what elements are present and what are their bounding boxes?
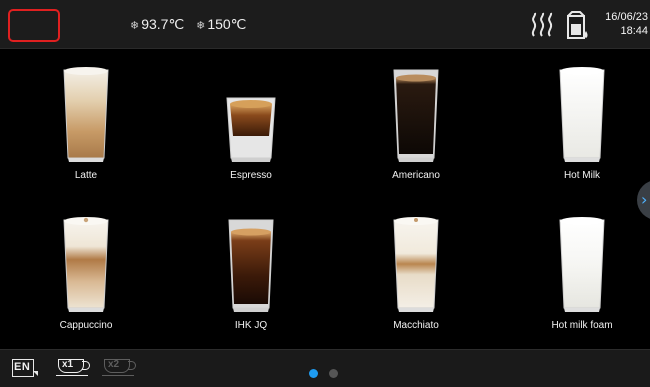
long-coffee-glass-icon [228, 219, 274, 312]
americano-glass-icon [393, 69, 439, 162]
bottom-bar: EN x1 x2 [0, 349, 650, 387]
chevron-right-icon: › [641, 190, 648, 209]
drink-tile-ihk-jq[interactable]: IHK JQ [176, 214, 326, 331]
drink-tile-hot-milk[interactable]: Hot Milk [507, 64, 650, 181]
page-dot-1[interactable] [309, 369, 318, 378]
page-indicator [309, 365, 345, 378]
single-cup-button[interactable]: x1 [56, 359, 94, 381]
hot-milk-glass-icon [559, 67, 605, 162]
drink-label: Hot milk foam [551, 320, 613, 331]
drink-label: Espresso [230, 170, 272, 181]
cup-count-label: x1 [62, 359, 74, 370]
drink-tile-americano[interactable]: Americano [341, 64, 491, 181]
coffee-machine-screen: ❄ 93.7℃ ❄ 150℃ 16/06/23 18:44 Latte Espr… [0, 0, 650, 387]
language-dropdown-icon [33, 371, 38, 376]
snowflake-icon: ❄ [196, 20, 206, 32]
date-time: 16/06/23 18:44 [600, 10, 648, 38]
double-cup-button[interactable]: x2 [102, 359, 140, 381]
drink-label: Hot Milk [563, 170, 601, 181]
cup-count-label: x2 [108, 359, 120, 370]
drink-tile-espresso[interactable]: Espresso [176, 64, 326, 181]
drink-tile-cappuccino[interactable]: Cappuccino [11, 214, 161, 331]
milk-foam-glass-icon [559, 217, 605, 312]
language-label: EN [14, 361, 31, 373]
milk-container-icon[interactable] [566, 11, 590, 40]
boiler-temperature: 93.7℃ [141, 16, 185, 32]
macchiato-glass-icon [393, 217, 439, 312]
cup-handle [128, 361, 136, 370]
drink-label: Americano [392, 170, 440, 181]
drink-tile-macchiato[interactable]: Macchiato [341, 214, 491, 331]
drink-tile-latte[interactable]: Latte [11, 64, 161, 181]
cup-saucer [102, 375, 134, 376]
steam-heat-icon[interactable] [528, 12, 558, 38]
latte-glass-icon [63, 67, 109, 162]
drink-label: Macchiato [393, 320, 439, 331]
steam-temperature: 150℃ [207, 16, 247, 32]
cappuccino-glass-icon [63, 217, 109, 312]
time-text: 18:44 [620, 25, 648, 37]
status-bar: ❄ 93.7℃ ❄ 150℃ 16/06/23 18:44 [0, 0, 650, 49]
drink-label: IHK JQ [234, 320, 268, 331]
drink-label: Cappuccino [59, 320, 113, 331]
language-button[interactable]: EN [12, 359, 40, 381]
cup-handle [82, 361, 90, 370]
drink-grid: Latte Espresso Americano Hot Milk Cappuc… [0, 49, 650, 339]
menu-button[interactable] [8, 9, 60, 42]
temperature-readout: ❄ 93.7℃ ❄ 150℃ [130, 16, 254, 33]
drink-label: Latte [74, 170, 98, 181]
page-dot-2[interactable] [329, 369, 339, 378]
espresso-glass-icon [226, 97, 276, 162]
snowflake-icon: ❄ [130, 20, 140, 32]
date-text: 16/06/23 [605, 11, 648, 23]
cup-saucer [56, 375, 88, 376]
drink-tile-hot-milk-foam[interactable]: Hot milk foam [507, 214, 650, 331]
